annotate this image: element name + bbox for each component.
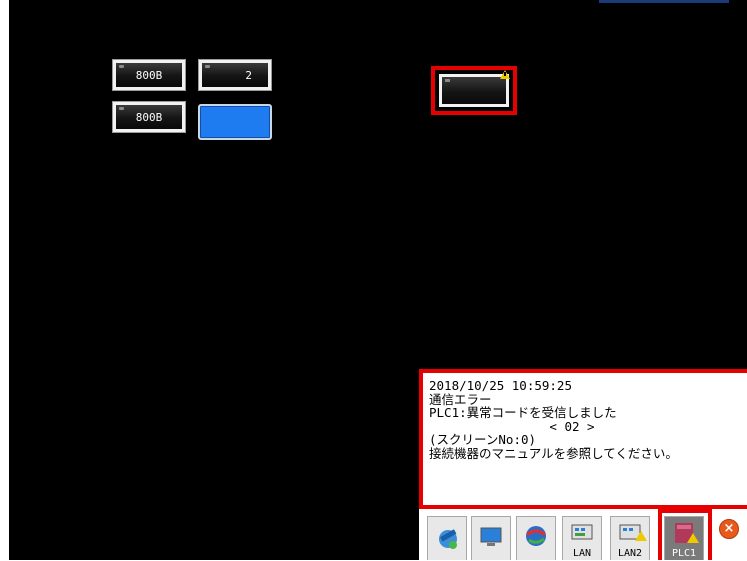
button-label: 800B [135, 68, 163, 82]
button-label: 800B [135, 110, 163, 124]
data-display-800b-bottom[interactable]: 800B [112, 101, 186, 133]
tb-lan-button[interactable]: LAN [562, 516, 602, 560]
data-display-2[interactable]: 2 [198, 59, 272, 91]
tb-globe-button[interactable] [516, 516, 556, 560]
satellite-icon [439, 529, 457, 549]
tb-lan-label: LAN [572, 548, 592, 559]
tb-monitor-button[interactable] [471, 516, 511, 560]
monitor-icon [480, 527, 502, 546]
data-display-800b-top[interactable]: 800B [112, 59, 186, 91]
plc1-highlight-frame [658, 509, 712, 560]
warning-icon [500, 70, 510, 79]
tb-satellite-button[interactable] [427, 516, 467, 560]
button-shine [445, 79, 450, 82]
lamp-with-warning[interactable] [439, 70, 510, 107]
globe-icon [526, 526, 546, 546]
system-taskbar: LAN LAN2 PLC1 × [419, 509, 747, 560]
button-label: 2 [245, 68, 252, 82]
lan-warning-icon [619, 524, 647, 541]
tb-lan2-button[interactable]: LAN2 [610, 516, 650, 560]
error-message-text: 2018/10/25 10:59:25 通信エラー PLC1:異常コードを受信し… [429, 379, 678, 461]
blue-switch-button[interactable] [198, 104, 272, 140]
message-advice: 接続機器のマニュアルを参照してください。 [429, 445, 678, 461]
button-shine [119, 107, 124, 110]
close-icon[interactable]: × [719, 519, 739, 539]
error-message-window: 2018/10/25 10:59:25 通信エラー PLC1:異常コードを受信し… [419, 369, 747, 509]
button-shine [205, 65, 210, 68]
window-edge [599, 0, 729, 3]
button-shine [119, 65, 124, 68]
tb-lan2-label: LAN2 [617, 548, 643, 559]
lan-icon [571, 524, 593, 540]
